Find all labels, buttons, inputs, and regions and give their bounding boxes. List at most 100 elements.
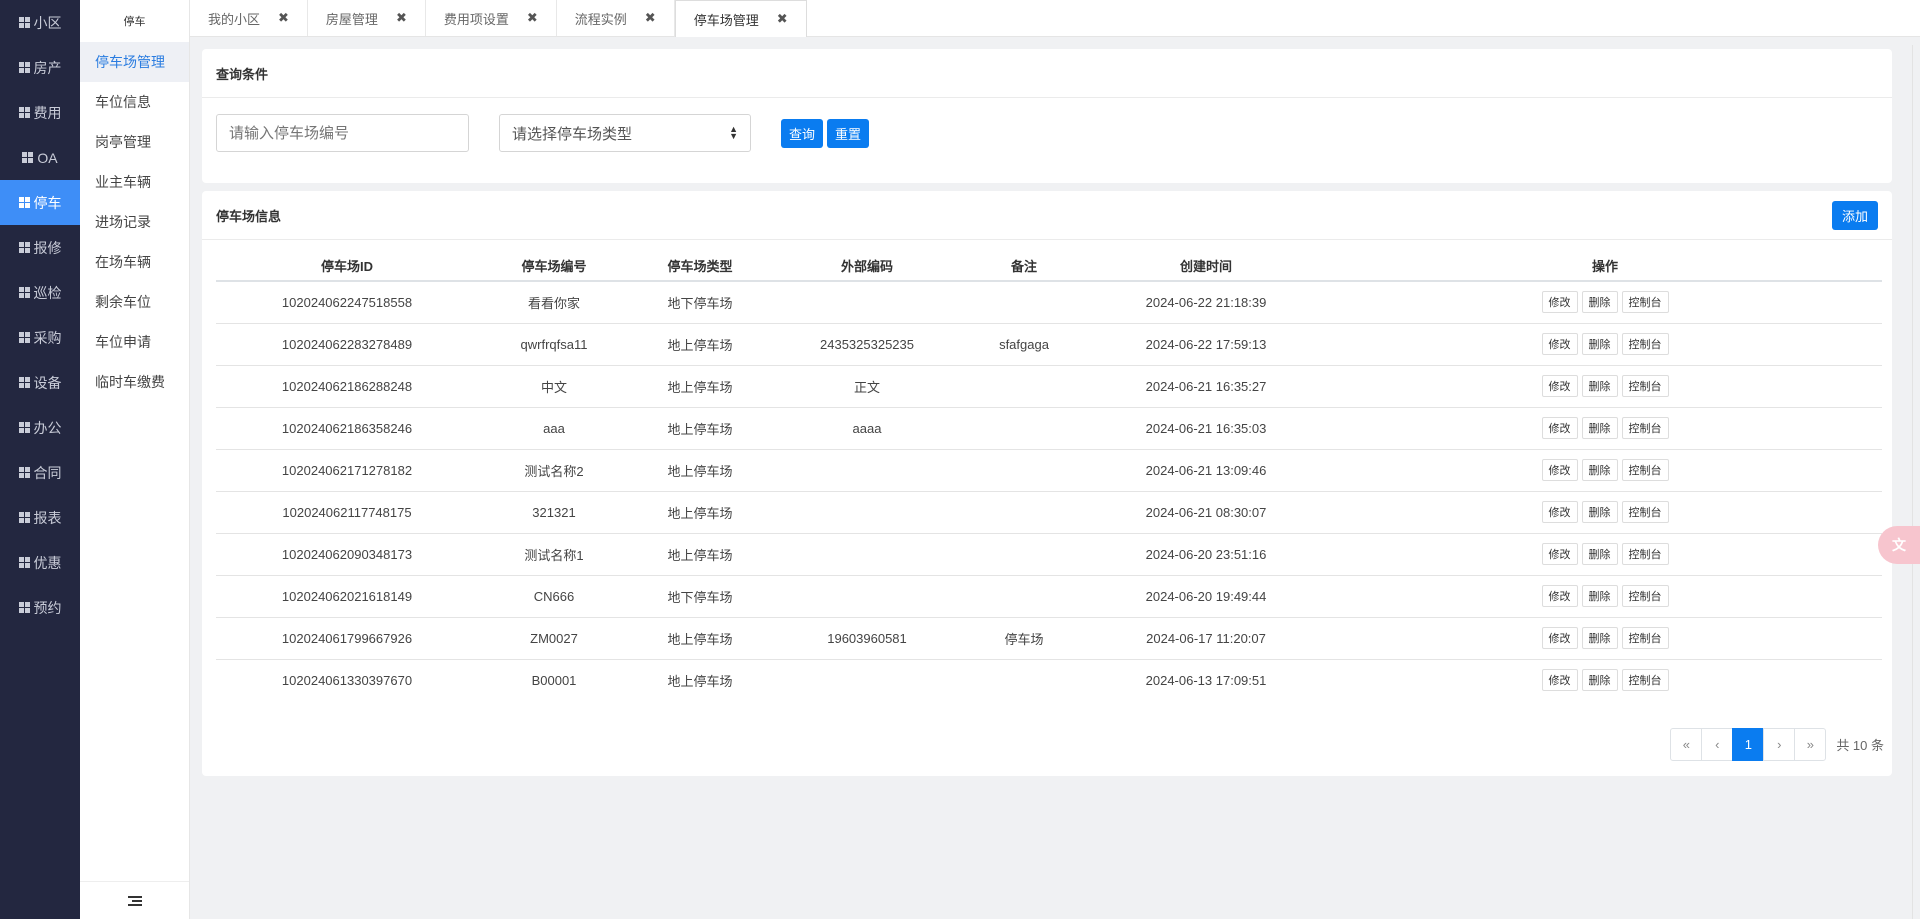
cell-ops: 修改 删除 控制台 xyxy=(1328,575,1882,618)
reset-button[interactable]: 重置 xyxy=(827,118,870,148)
main-nav-item[interactable]: 小区 xyxy=(0,0,80,45)
delete-button[interactable]: 删除 xyxy=(1581,543,1618,565)
edit-button[interactable]: 修改 xyxy=(1541,543,1578,565)
add-button[interactable]: 添加 xyxy=(1831,200,1878,230)
page-last-button[interactable]: » xyxy=(1794,728,1827,761)
sub-nav-item[interactable]: 业主车辆 xyxy=(80,162,189,202)
delete-button[interactable]: 删除 xyxy=(1581,333,1618,355)
edit-button[interactable]: 修改 xyxy=(1541,417,1578,439)
tab[interactable]: 流程实例 ✖ xyxy=(557,0,675,36)
main-nav-item[interactable]: 费用 xyxy=(0,90,80,135)
delete-button[interactable]: 删除 xyxy=(1581,291,1618,314)
edit-button[interactable]: 修改 xyxy=(1541,459,1578,481)
page-first-button[interactable]: « xyxy=(1670,728,1703,761)
edit-button[interactable]: 修改 xyxy=(1541,585,1578,607)
edit-button[interactable]: 修改 xyxy=(1541,627,1578,649)
collapse-sidebar-button[interactable] xyxy=(80,881,189,919)
main-nav-item[interactable]: OA xyxy=(0,135,80,180)
main-nav-item[interactable]: 采购 xyxy=(0,315,80,360)
parking-lot-panel-title: 停车场信息 添加 xyxy=(202,191,1892,240)
parking-type-select[interactable]: 请选择停车场类型 ▲ ▼ xyxy=(499,114,751,152)
main-nav-item[interactable]: 设备 xyxy=(0,360,80,405)
page-scrollbar[interactable] xyxy=(1912,45,1920,919)
table-row: 102024062247518558 看看你家 地下停车场 2024-06-22 21… xyxy=(216,281,1882,324)
delete-button[interactable]: 删除 xyxy=(1581,585,1618,607)
console-button[interactable]: 控制台 xyxy=(1621,585,1669,607)
grid-icon xyxy=(18,377,30,388)
main-nav-label: 采购 xyxy=(33,329,62,346)
main-nav-item[interactable]: 巡检 xyxy=(0,270,80,315)
main-nav-item[interactable]: 停车 xyxy=(0,180,80,225)
translate-float-button[interactable]: 文 xyxy=(1878,526,1920,564)
edit-button[interactable]: 修改 xyxy=(1541,291,1578,314)
main-nav-label: 办公 xyxy=(33,419,62,436)
main-nav-item[interactable]: 预约 xyxy=(0,585,80,630)
cell-type: 地下停车场 xyxy=(630,575,770,618)
console-button[interactable]: 控制台 xyxy=(1621,543,1669,565)
close-icon[interactable]: ✖ xyxy=(645,10,656,26)
sub-nav-item[interactable]: 临时车缴费 xyxy=(80,362,189,402)
grid-icon xyxy=(18,602,30,613)
sub-nav-item[interactable]: 岗亭管理 xyxy=(80,122,189,162)
sub-nav-item[interactable]: 停车场管理 xyxy=(80,42,189,82)
edit-button[interactable]: 修改 xyxy=(1541,375,1578,397)
page-current-button[interactable]: 1 xyxy=(1732,728,1765,761)
sub-nav-item[interactable]: 车位申请 xyxy=(80,322,189,362)
console-button[interactable]: 控制台 xyxy=(1621,291,1669,314)
close-icon[interactable]: ✖ xyxy=(527,10,538,26)
table-row: 102024062117748175 321321 地上停车场 2024-06-21 … xyxy=(216,491,1882,534)
edit-button[interactable]: 修改 xyxy=(1541,501,1578,523)
parking-code-input[interactable] xyxy=(216,114,469,152)
tab[interactable]: 我的小区 ✖ xyxy=(190,0,308,36)
main-nav-label: 合同 xyxy=(33,464,62,481)
query-button[interactable]: 查询 xyxy=(781,118,824,148)
tab[interactable]: 房屋管理 ✖ xyxy=(308,0,426,36)
edit-button[interactable]: 修改 xyxy=(1541,333,1578,355)
sub-sidebar-title: 停车 xyxy=(123,16,146,28)
delete-button[interactable]: 删除 xyxy=(1581,375,1618,397)
main-nav-item[interactable]: 报修 xyxy=(0,225,80,270)
tab[interactable]: 停车场管理 ✖ xyxy=(674,0,807,37)
delete-button[interactable]: 删除 xyxy=(1581,669,1618,692)
cell-id: 102024062283278489 xyxy=(216,323,478,366)
delete-button[interactable]: 删除 xyxy=(1581,459,1618,481)
sub-nav-item[interactable]: 进场记录 xyxy=(80,202,189,242)
main-nav-item[interactable]: 报表 xyxy=(0,495,80,540)
close-icon[interactable]: ✖ xyxy=(396,10,407,26)
close-icon[interactable]: ✖ xyxy=(278,10,289,26)
main-nav-item[interactable]: 房产 xyxy=(0,45,80,90)
sub-nav-item[interactable]: 车位信息 xyxy=(80,82,189,122)
close-icon[interactable]: ✖ xyxy=(777,11,788,27)
sub-nav-item[interactable]: 剩余车位 xyxy=(80,282,189,322)
console-button[interactable]: 控制台 xyxy=(1621,375,1669,397)
console-button[interactable]: 控制台 xyxy=(1621,417,1669,439)
main-nav-item[interactable]: 办公 xyxy=(0,405,80,450)
main-nav-label: 优惠 xyxy=(33,554,62,571)
console-button[interactable]: 控制台 xyxy=(1621,501,1669,523)
page-prev-button[interactable]: ‹ xyxy=(1701,728,1734,761)
delete-button[interactable]: 删除 xyxy=(1581,627,1618,649)
console-button[interactable]: 控制台 xyxy=(1621,627,1669,649)
total-count: 共 10 条 xyxy=(1836,738,1884,753)
tab[interactable]: 费用项设置 ✖ xyxy=(426,0,557,36)
grid-icon xyxy=(18,467,30,478)
main-nav-label: 报表 xyxy=(33,509,62,526)
cell-id: 102024062021618149 xyxy=(216,575,478,618)
edit-button[interactable]: 修改 xyxy=(1541,669,1578,692)
cell-created: 2024-06-20 23:51:16 xyxy=(1084,533,1328,576)
cell-ext: 正文 xyxy=(770,365,964,408)
delete-button[interactable]: 删除 xyxy=(1581,501,1618,523)
cell-id: 102024062090348173 xyxy=(216,533,478,576)
sub-nav-item[interactable]: 在场车辆 xyxy=(80,242,189,282)
main-nav-item[interactable]: 合同 xyxy=(0,450,80,495)
console-button[interactable]: 控制台 xyxy=(1621,669,1669,692)
console-button[interactable]: 控制台 xyxy=(1621,333,1669,355)
cell-ops: 修改 删除 控制台 xyxy=(1328,365,1882,408)
cell-id: 102024061799667926 xyxy=(216,617,478,660)
delete-button[interactable]: 删除 xyxy=(1581,417,1618,439)
page-next-button[interactable]: › xyxy=(1763,728,1796,761)
main-nav-item[interactable]: 优惠 xyxy=(0,540,80,585)
console-button[interactable]: 控制台 xyxy=(1621,459,1669,481)
cell-type: 地上停车场 xyxy=(630,533,770,576)
row-actions: 修改 删除 控制台 xyxy=(1328,375,1882,397)
